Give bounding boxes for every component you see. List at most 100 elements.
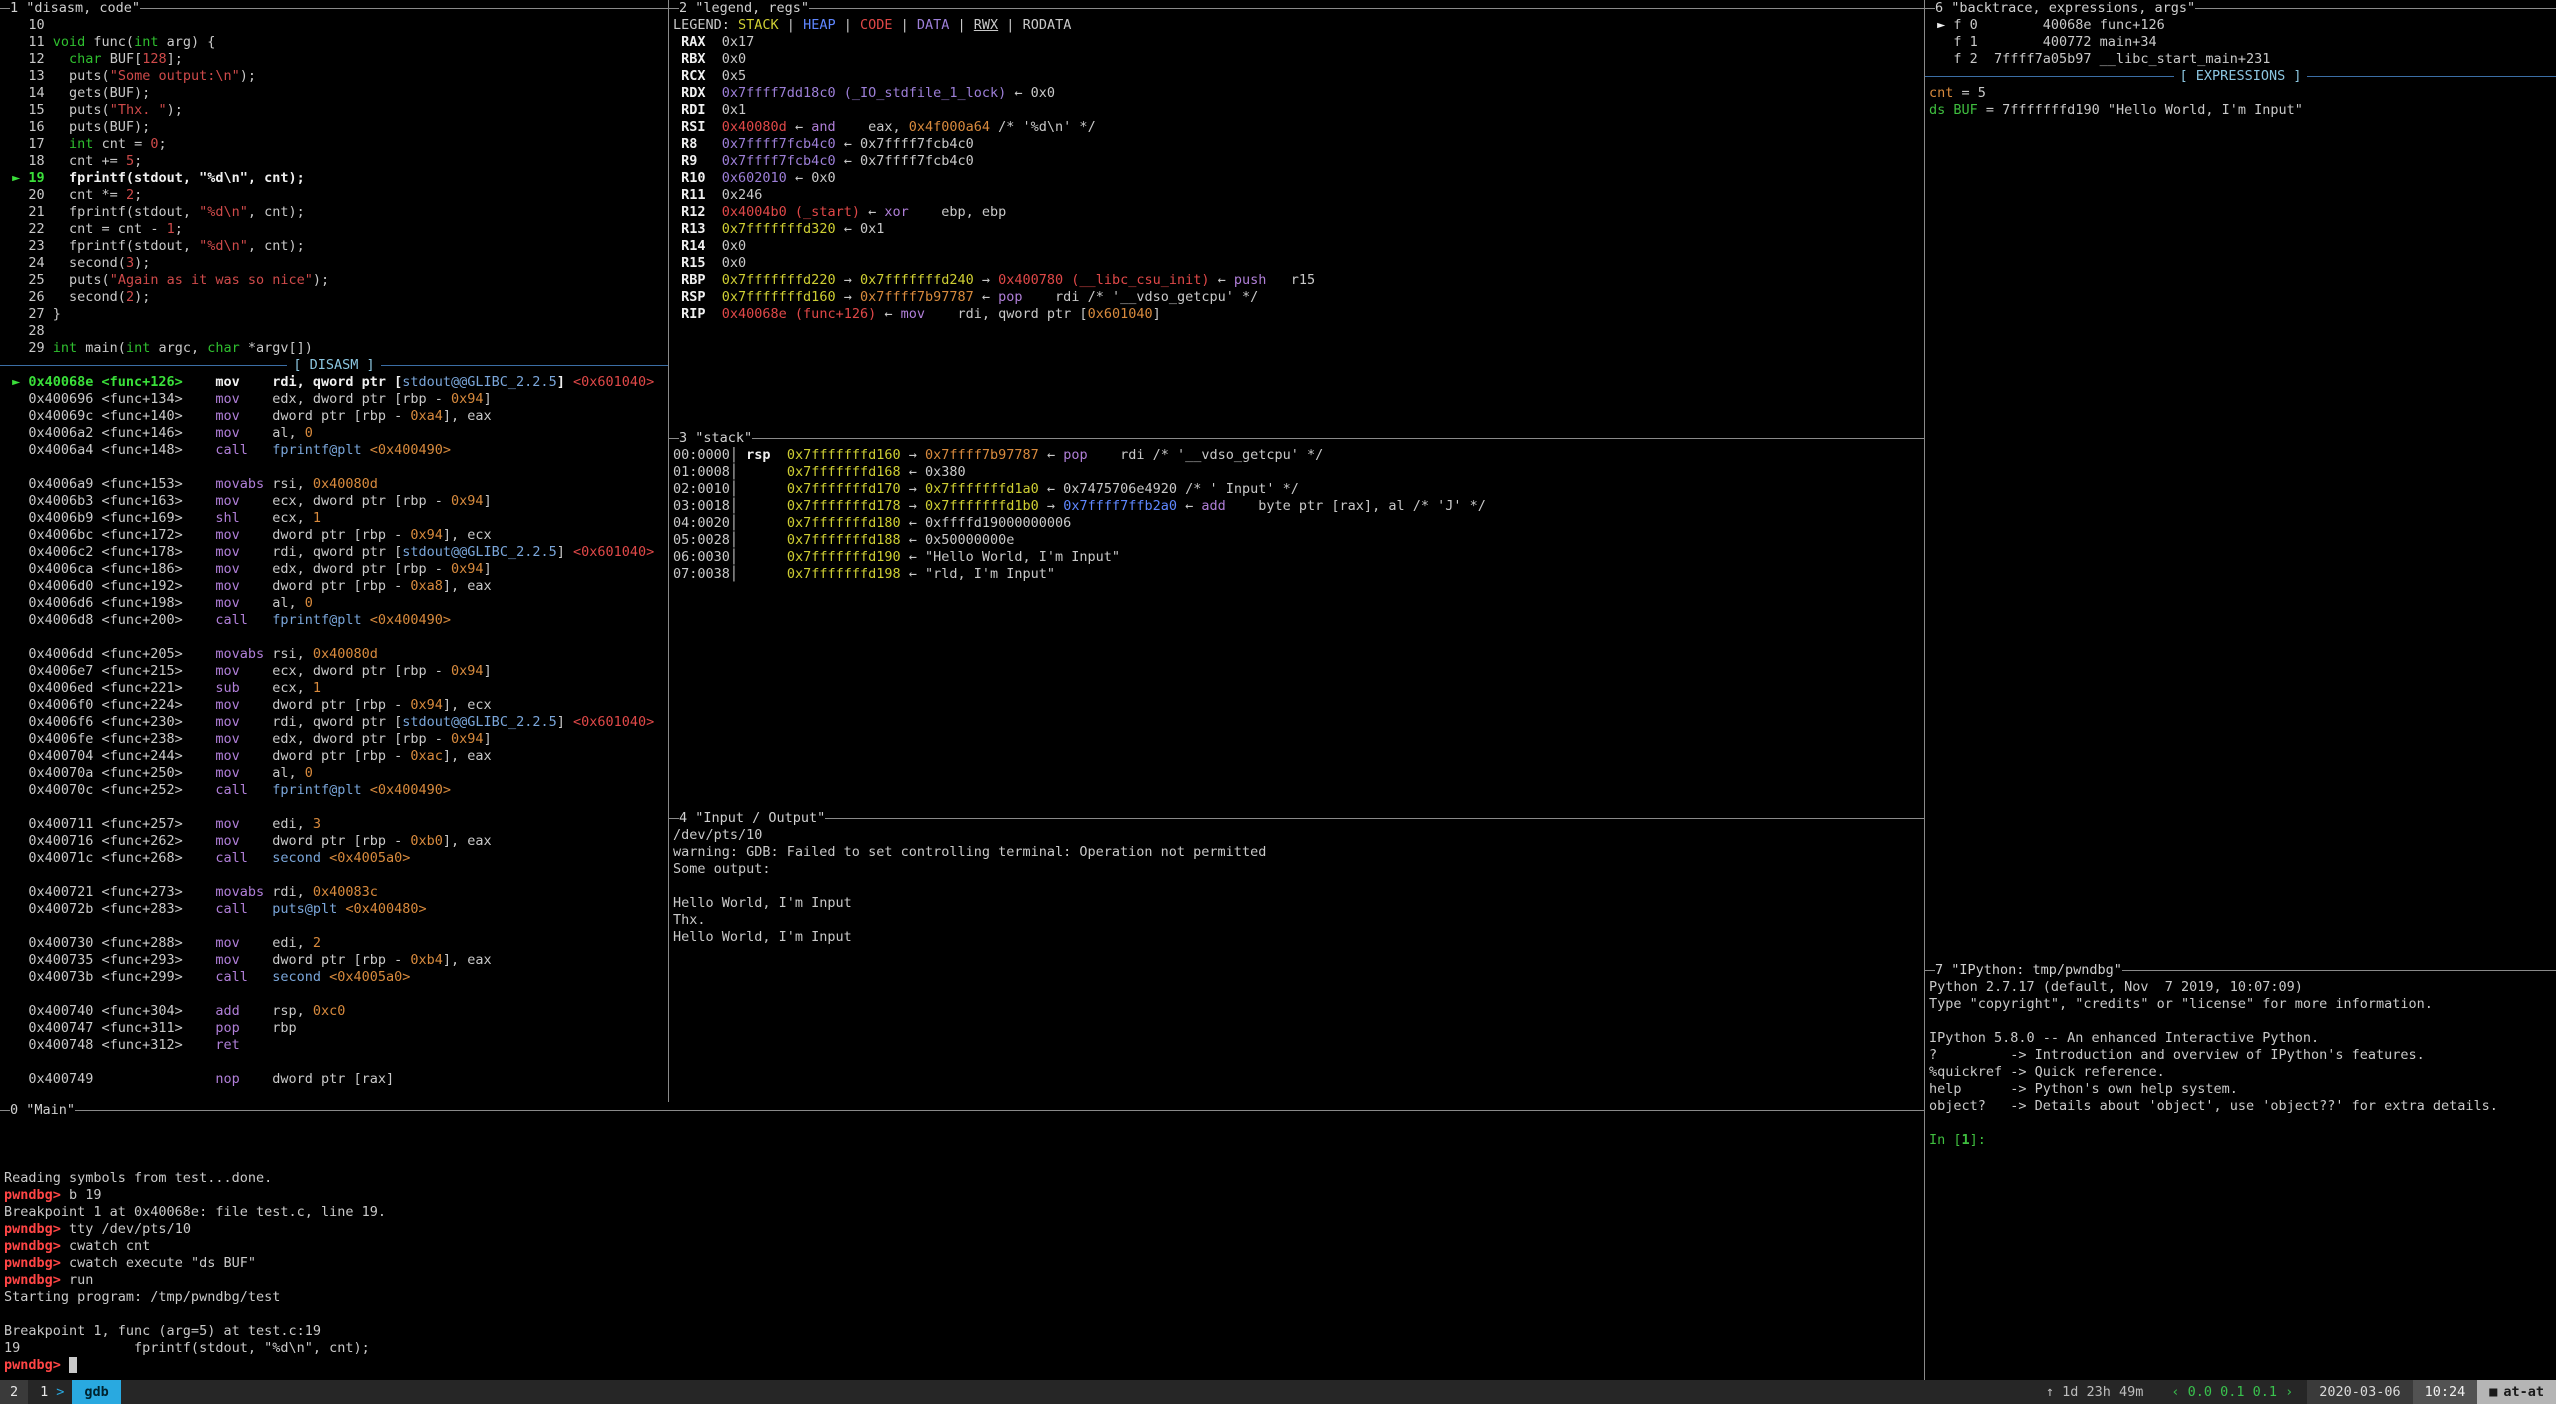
text-segment: 00:0000 <box>673 447 730 463</box>
text-segment: ← <box>974 289 998 305</box>
terminal-line: Hello World, I'm Input <box>673 895 1924 912</box>
text-segment: 0x40070a <func+250> <box>4 765 215 781</box>
terminal-line: 28 <box>4 323 668 340</box>
text-segment: dword ptr [rax] <box>240 1071 394 1087</box>
text-segment: ← <box>1177 498 1201 514</box>
text-segment: pwndbg> <box>4 1221 69 1237</box>
pane-stack[interactable]: 3 "stack" 00:0000│ rsp 0x7fffffffd160 → … <box>668 430 1924 810</box>
pane-program-io[interactable]: 4 "Input / Output" /dev/pts/10warning: G… <box>668 810 1924 1102</box>
text-segment: 0x4006a2 <func+146> <box>4 425 215 441</box>
text-segment: RCX <box>673 68 722 84</box>
text-segment: 0x4f000a64 <box>909 119 990 135</box>
terminal-line <box>4 629 668 646</box>
terminal-line: 07:0038│ 0x7fffffffd198 ← "rld, I'm Inpu… <box>673 566 1924 583</box>
text-segment: ] <box>1153 306 1161 322</box>
text-segment: 07:0038 <box>673 566 730 582</box>
terminal-line: 17 int cnt = 0; <box>4 136 668 153</box>
tmux-window-index[interactable]: 1 <box>28 1380 54 1404</box>
text-segment: 0x94 <box>451 663 484 679</box>
text-segment: edx, dword ptr [rbp - <box>240 731 451 747</box>
text-segment: Type "copyright", "credits" or "license"… <box>1929 996 2433 1012</box>
pane-border-top: 0 "Main" <box>0 1102 1924 1119</box>
text-segment: ebp, ebp <box>909 204 1007 220</box>
text-segment: , cnt); <box>248 238 305 254</box>
text-segment: 0xac <box>410 748 443 764</box>
text-segment: mov <box>215 595 239 611</box>
status-right: ↑ 1d 23h 49m ‹ 0.0 0.1 0.1 › 2020-03-06 … <box>2032 1380 2556 1404</box>
text-segment: fprintf(stdout, <box>53 204 199 220</box>
pane-main-gdb[interactable]: 0 "Main" Reading symbols from test...don… <box>0 1102 1924 1380</box>
text-segment: fprintf@plt <box>272 442 361 458</box>
terminal-line: 24 second(3); <box>4 255 668 272</box>
pane-legend-regs[interactable]: 2 "legend, regs" LEGEND: STACK | HEAP | … <box>668 0 1924 430</box>
pane-title-legend-regs: 2 "legend, regs" <box>679 0 809 17</box>
tmux-window-tab-gdb[interactable]: gdb <box>72 1380 120 1404</box>
text-segment: → <box>901 481 925 497</box>
text-segment: pwndbg> <box>4 1272 69 1288</box>
text-segment: add <box>1201 498 1225 514</box>
text-segment: Starting program: /tmp/pwndbg/test <box>4 1289 280 1305</box>
status-left: 2 1 > gdb <box>0 1380 121 1404</box>
text-segment: 0x7ffff7b97787 <box>925 447 1039 463</box>
text-segment: sub <box>215 680 239 696</box>
text-segment: 04:0020 <box>673 515 730 531</box>
terminal-line: Starting program: /tmp/pwndbg/test <box>4 1289 1924 1306</box>
text-segment: <0x4005a0> <box>329 969 410 985</box>
text-segment: ecx, <box>240 510 313 526</box>
pane-title-stack: 3 "stack" <box>679 430 752 447</box>
text-segment <box>248 612 272 628</box>
text-segment: 0x7fffffffd178 <box>787 498 901 514</box>
text-segment: 14 <box>4 85 53 101</box>
text-segment: puts@plt <box>272 901 337 917</box>
text-segment: <0x400490> <box>370 782 451 798</box>
text-segment: 18 <box>4 153 53 169</box>
text-segment: al, <box>240 595 305 611</box>
text-segment: = 5 <box>1953 85 1986 101</box>
text-segment: <0x400490> <box>370 612 451 628</box>
text-segment: 0x4006fe <func+238> <box>4 731 215 747</box>
tmux-session-indicator[interactable]: 2 <box>0 1380 28 1404</box>
text-segment: second <box>272 850 321 866</box>
text-segment: RAX <box>673 34 722 50</box>
text-segment: 0x7fffffffd188 <box>787 532 901 548</box>
text-segment: mov <box>215 493 239 509</box>
terminal-line: 0x4006bc <func+172> mov dword ptr [rbp -… <box>4 527 668 544</box>
text-segment: mov <box>215 544 239 560</box>
text-segment: Thx. <box>673 912 714 928</box>
disasm-listing: ► 0x40068e <func+126> mov rdi, qword ptr… <box>0 374 668 1088</box>
text-segment: stdout@@GLIBC_2.2.5 <box>402 714 556 730</box>
terminal-line: 0x4006fe <func+238> mov edx, dword ptr [… <box>4 731 668 748</box>
gdb-console[interactable]: Reading symbols from test...done.pwndbg>… <box>0 1119 1924 1374</box>
text-segment: r15 <box>1266 272 1315 288</box>
text-segment: ]: <box>1970 1132 1994 1148</box>
text-segment: mov <box>215 731 239 747</box>
pane-backtrace[interactable]: 6 "backtrace, expressions, args" ► f 0 4… <box>1924 0 2556 962</box>
terminal-line: LEGEND: STACK | HEAP | CODE | DATA | RWX… <box>673 17 1924 34</box>
text-segment: pwndbg> <box>4 1187 69 1203</box>
text-segment: 0x40080d <box>313 646 378 662</box>
terminal-line: 14 gets(BUF); <box>4 85 668 102</box>
pane-ipython[interactable]: 7 "IPython: tmp/pwndbg" Python 2.7.17 (d… <box>1924 962 2556 1380</box>
pane-disasm-code[interactable]: 1 "disasm, code" 10 11 void func(int arg… <box>0 0 668 1102</box>
text-segment: 0x4006bc <func+172> <box>4 527 215 543</box>
text-segment: call <box>215 969 248 985</box>
text-segment: → <box>974 272 998 288</box>
text-segment: void <box>53 34 86 50</box>
text-segment: call <box>215 782 248 798</box>
tmux-window-separator: > <box>54 1380 66 1404</box>
text-segment: 0x4006c2 <func+178> <box>4 544 215 560</box>
ipython-console[interactable]: Python 2.7.17 (default, Nov 7 2019, 10:0… <box>1925 979 2556 1149</box>
text-segment <box>53 51 69 67</box>
text-segment: 0x7ffff7ffb2a0 <box>1063 498 1177 514</box>
text-segment: 0x7ffff7b97787 <box>860 289 974 305</box>
text-segment: 0x40071c <func+268> <box>4 850 215 866</box>
terminal-line <box>1929 1115 2556 1132</box>
terminal-line: 0x4006ca <func+186> mov edx, dword ptr [… <box>4 561 668 578</box>
text-segment: ← 0x1 <box>836 221 885 237</box>
text-segment: 0x40069c <func+140> <box>4 408 215 424</box>
text-segment: 20 <box>4 187 53 203</box>
terminal-line: Breakpoint 1 at 0x40068e: file test.c, l… <box>4 1204 1924 1221</box>
text-segment: ds BUF <box>1929 102 1978 118</box>
terminal-line: 20 cnt *= 2; <box>4 187 668 204</box>
text-segment: %quickref -> Quick reference. <box>1929 1064 2165 1080</box>
